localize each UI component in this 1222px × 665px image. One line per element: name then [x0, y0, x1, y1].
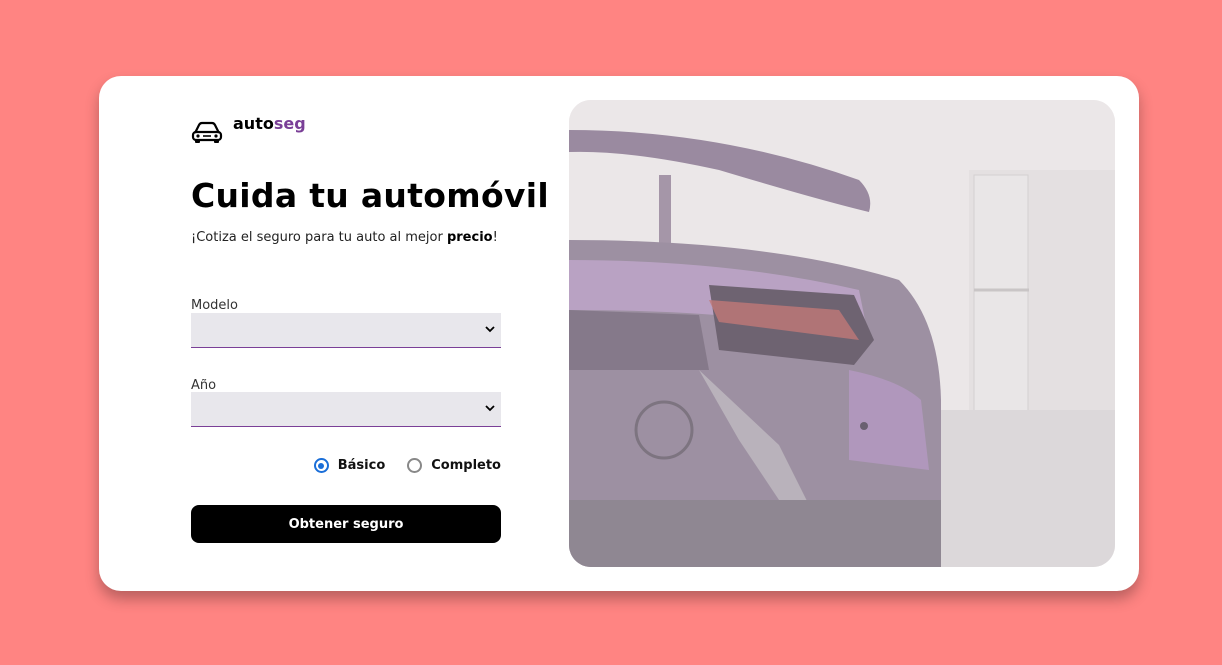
chevron-down-icon	[485, 405, 495, 412]
page-subtitle: ¡Cotiza el seguro para tu auto al mejor …	[191, 230, 498, 245]
model-label: Modelo	[191, 298, 238, 313]
year-select[interactable]	[191, 392, 501, 427]
brand-name: autoseg	[233, 114, 306, 134]
get-insurance-button[interactable]: Obtener seguro	[191, 505, 501, 543]
plan-radio-basico[interactable]: Básico	[313, 458, 386, 473]
car-icon	[191, 121, 223, 143]
plan-radio-label[interactable]: Completo	[431, 458, 501, 473]
chevron-down-icon	[485, 326, 495, 333]
radio-checked-icon[interactable]	[313, 458, 329, 473]
radio-unchecked-icon[interactable]	[407, 458, 423, 473]
brand-logo: autoseg	[191, 114, 306, 145]
subtitle-emphasis: precio	[446, 230, 493, 245]
brand-prefix: auto	[233, 114, 274, 133]
plan-radio-label[interactable]: Básico	[338, 458, 386, 473]
car-photo	[569, 100, 1115, 567]
model-select[interactable]	[191, 313, 501, 348]
brand-accent: seg	[273, 114, 306, 133]
form-panel: autoseg Cuida tu automóvil ¡Cotiza el se…	[191, 76, 549, 591]
plan-radio-completo[interactable]: Completo	[407, 458, 501, 473]
year-label: Año	[191, 378, 217, 393]
subtitle-end: !	[492, 230, 498, 245]
quote-card: autoseg Cuida tu automóvil ¡Cotiza el se…	[99, 76, 1139, 591]
subtitle-text: ¡Cotiza el seguro para tu auto al mejor	[191, 230, 447, 245]
page-title: Cuida tu automóvil	[191, 176, 549, 215]
plan-radio-group: Básico Completo	[292, 458, 501, 473]
